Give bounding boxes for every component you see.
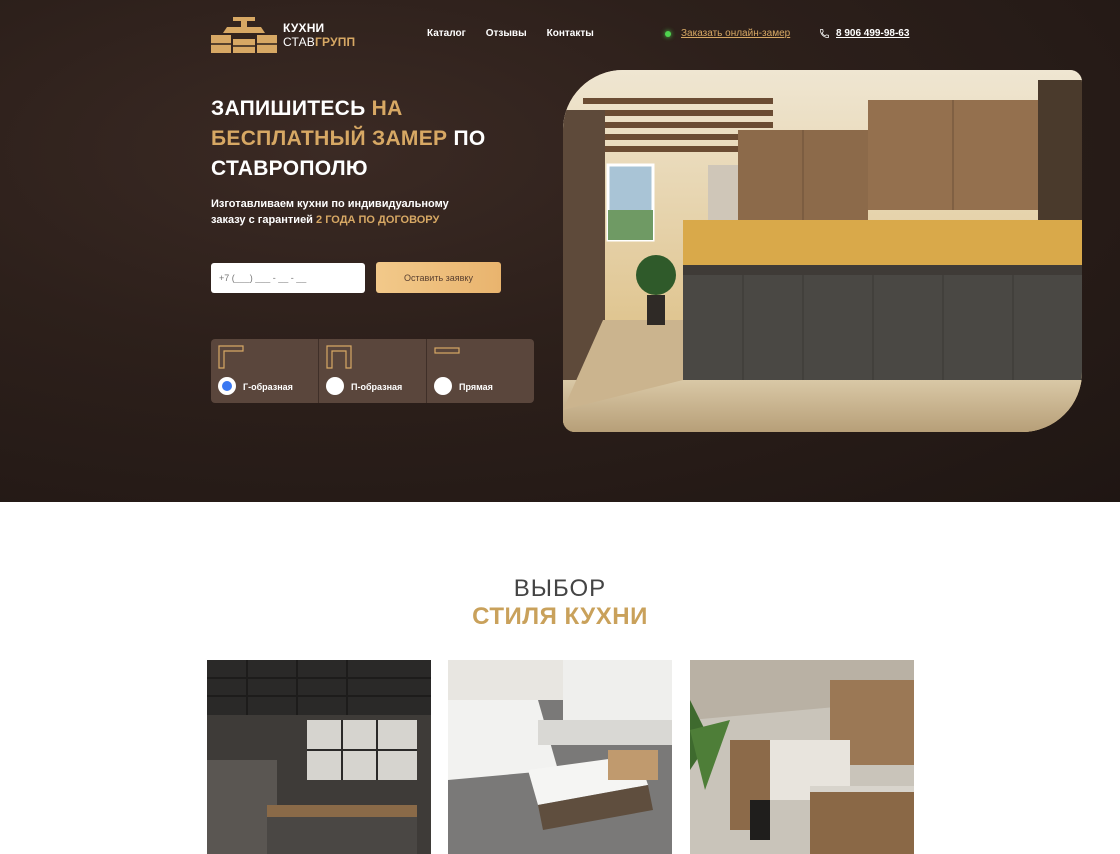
radio-straight[interactable]	[434, 377, 452, 395]
shape-option-straight[interactable]: Прямая	[427, 339, 534, 403]
straight-shape-icon	[434, 347, 460, 354]
radio-u-shape[interactable]	[326, 377, 344, 395]
style-card-eco[interactable]	[690, 660, 914, 854]
eco-kitchen-photo	[690, 660, 914, 854]
kitchen-shape-selector: Г-образная П-образная Прямая	[211, 339, 534, 403]
style-card-loft[interactable]	[207, 660, 431, 854]
radio-l-shape[interactable]	[218, 377, 236, 395]
nav-reviews[interactable]: Отзывы	[486, 28, 527, 39]
loft-kitchen-photo	[207, 660, 431, 854]
submit-request-button[interactable]: Оставить заявку	[376, 262, 501, 293]
nav-contacts[interactable]: Контакты	[547, 28, 594, 39]
shape-label-u: П-образная	[351, 382, 403, 392]
l-shape-icon	[218, 345, 244, 369]
hero-headline: ЗАПИШИТЕСЬ НА БЕСПЛАТНЫЙ ЗАМЕР ПО СТАВРО…	[211, 94, 541, 184]
headline-part-2: НА	[371, 97, 403, 120]
main-nav: Каталог Отзывы Контакты	[427, 28, 594, 39]
headline-part-3: БЕСПЛАТНЫЙ ЗАМЕР	[211, 127, 448, 150]
headline-part-1: ЗАПИШИТЕСЬ	[211, 97, 372, 120]
online-status-dot	[665, 30, 671, 37]
online-measure-link[interactable]: Заказать онлайн-замер	[681, 28, 790, 39]
headline-part-4: ПО	[447, 127, 486, 150]
styles-title-line1: ВЫБОР	[513, 575, 607, 602]
phone-input[interactable]	[211, 263, 365, 293]
online-measure: Заказать онлайн-замер	[665, 28, 790, 39]
shape-label-l: Г-образная	[243, 382, 293, 392]
logo-line2-accent: ГРУПП	[315, 35, 356, 49]
kitchen-logo-icon	[211, 17, 277, 53]
styles-title-line2: СТИЛЯ КУХНИ	[472, 603, 648, 630]
header-phone: 8 906 499-98-63	[819, 28, 909, 39]
kitchen-photo-illustration	[563, 70, 1082, 432]
logo[interactable]: КУХНИ СТАВГРУПП	[211, 17, 355, 53]
logo-line2-prefix: СТАВ	[283, 35, 316, 49]
shape-option-u[interactable]: П-образная	[319, 339, 427, 403]
shape-option-l[interactable]: Г-образная	[211, 339, 319, 403]
u-shape-icon	[326, 345, 352, 369]
shape-label-straight: Прямая	[459, 382, 493, 392]
hero-subtitle: Изготавливаем кухни по индивидуальному з…	[211, 196, 451, 228]
headline-part-5: СТАВРОПОЛЮ	[211, 157, 368, 180]
nav-catalog[interactable]: Каталог	[427, 28, 466, 39]
hero-section: КУХНИ СТАВГРУПП Каталог Отзывы Контакты …	[0, 0, 1120, 502]
hero-kitchen-photo	[563, 70, 1082, 432]
phone-icon	[820, 29, 829, 38]
phone-link[interactable]: 8 906 499-98-63	[836, 28, 909, 39]
modern-kitchen-photo	[448, 660, 672, 854]
subtitle-accent: 2 года по договору	[316, 214, 440, 226]
logo-line1: КУХНИ	[283, 21, 325, 35]
style-card-modern[interactable]	[448, 660, 672, 854]
